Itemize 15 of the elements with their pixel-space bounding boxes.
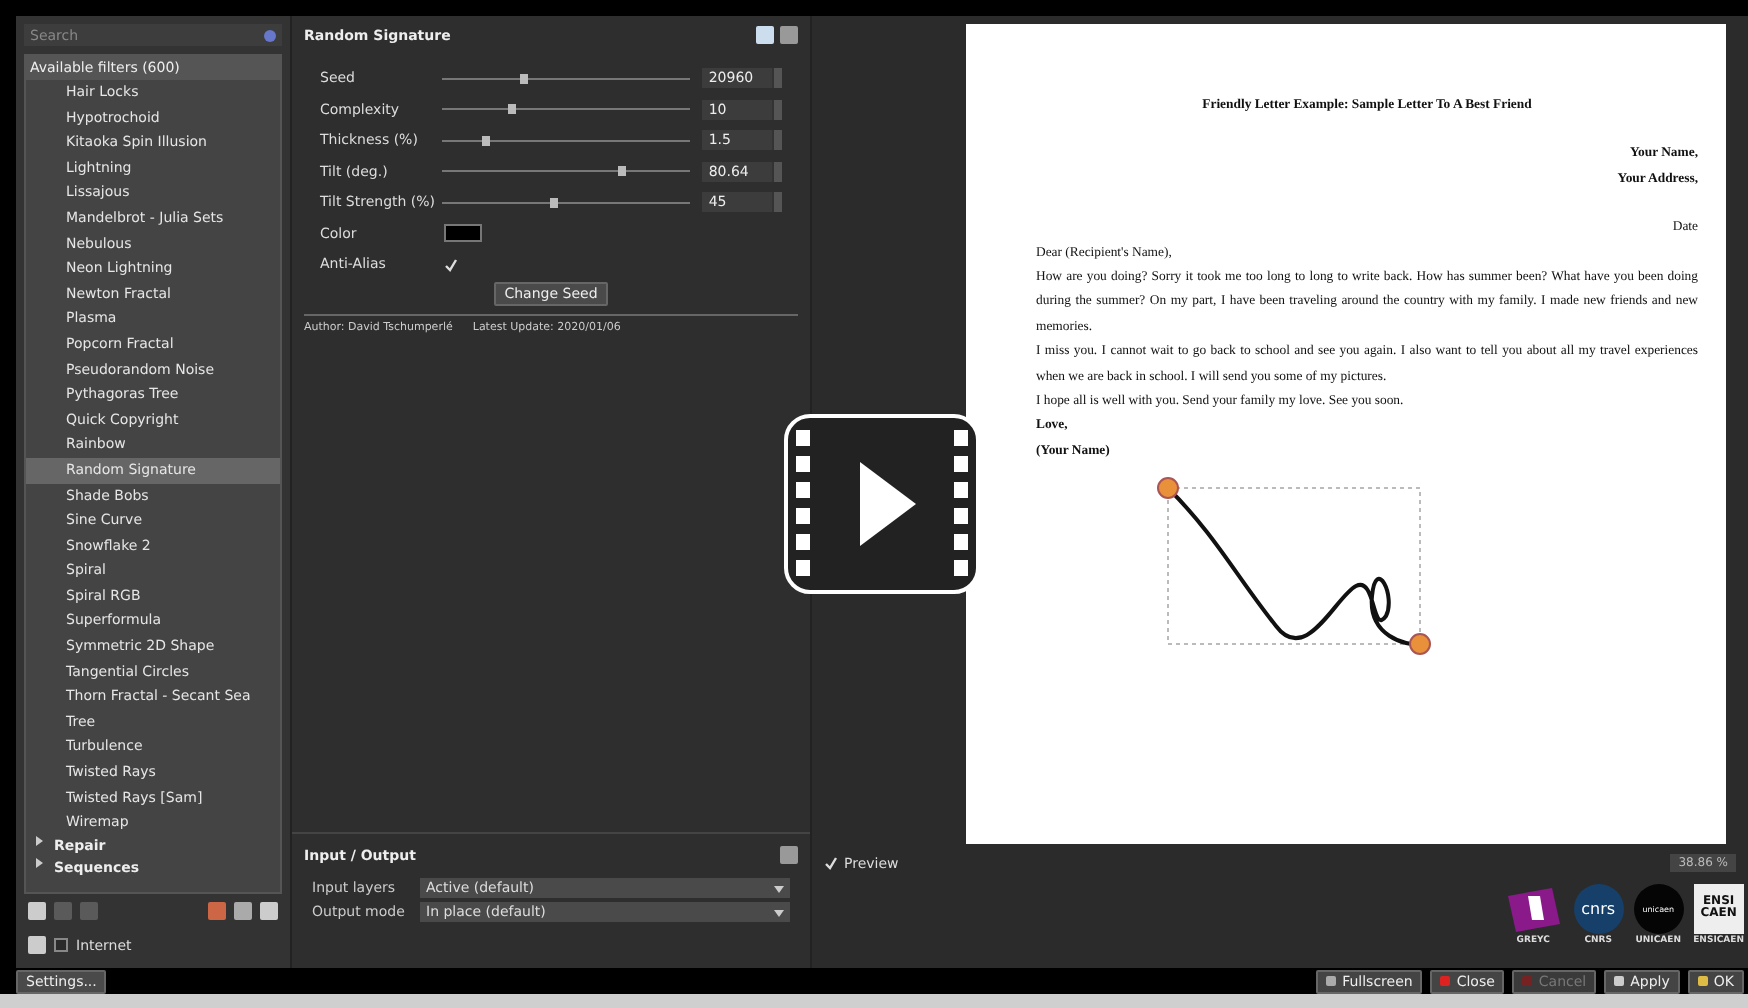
slider-thumb[interactable] bbox=[508, 104, 517, 114]
slider-thumb[interactable] bbox=[481, 135, 489, 145]
expand-arrow-icon[interactable] bbox=[34, 857, 44, 868]
dropdown-arrow-icon bbox=[774, 907, 784, 917]
expand-arrow-icon[interactable] bbox=[34, 835, 44, 846]
search-icon bbox=[264, 29, 276, 41]
slider-thumb[interactable] bbox=[550, 197, 559, 207]
slider-thumb[interactable] bbox=[520, 73, 529, 83]
logo-drawing: cnrs bbox=[1573, 884, 1624, 934]
logo-drawing bbox=[1503, 884, 1564, 934]
checkbox[interactable] bbox=[54, 938, 68, 952]
dropdown-arrow-icon bbox=[774, 883, 784, 893]
color-swatch[interactable] bbox=[444, 224, 482, 242]
video-play-icon[interactable] bbox=[784, 414, 980, 594]
slider-thumb[interactable] bbox=[617, 166, 626, 176]
